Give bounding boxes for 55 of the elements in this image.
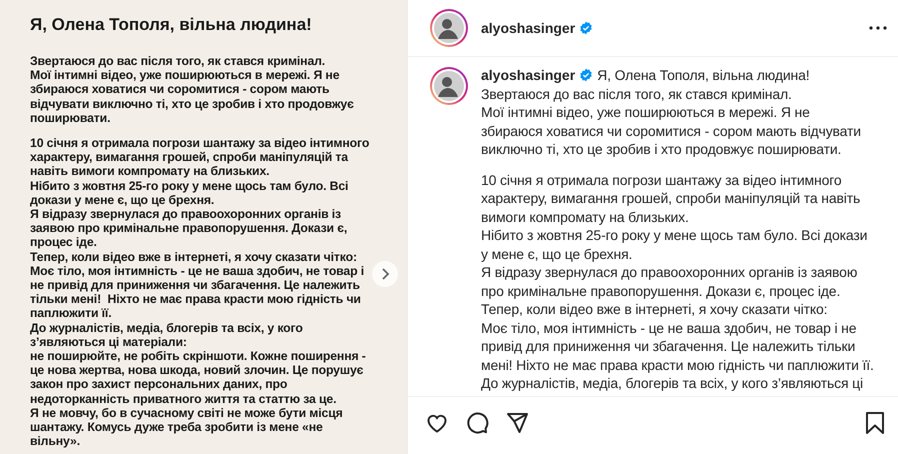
caption-line: характеру, вимагання грошей, спроби маніпуляцій та навіть [481,189,860,208]
post-text-line: Мої інтимні відео, уже поширюються в мережі. Я не [30,68,340,82]
caption-line: Нібито з жовтня 25-го року у мене щось там було. Всі докази [481,226,868,244]
post-text-line: шантажу. Комусь дуже треба зробити із мене «не [30,420,323,434]
caption-line: про кримінальне правопорушення. Докази є, процес іде. [481,282,840,300]
post-text-line: Я відразу звернулася до правоохоронних органів із [30,207,341,222]
post-text-line: Нібито з жовтня 25-го року у мене щось там було. Всі [30,178,348,193]
caption-line: Я відразу звернулася до правоохоронних органів із заявою [481,263,858,282]
post-text-line: Звертаюся до вас після того, як стався кримінал. [30,54,326,68]
post-text-line: процес іде. [30,235,97,250]
post-text-line: вільну». [30,434,80,448]
share-icon[interactable] [505,411,529,435]
caption-line: привід для приниження чи збагачення. Це належить тільки [481,337,856,356]
post-text-line: це нова жертва, нова шкода, новий злочин. Це порушує [30,363,364,378]
post-text-line: Тепер, коли відео вже в інтернеті, я хочу сказати чітко: [30,250,357,264]
post-text-line: паплюжити її. [30,306,112,321]
avatar[interactable] [429,66,469,106]
username-link[interactable]: alyoshasinger [481,18,576,38]
post-text-line: збираюся ховатися чи соромитися - сором мають [30,82,330,97]
more-options-icon[interactable] [868,25,888,31]
caption-line: Мої інтимні відео, уже поширюються в мережі. Я не [481,103,810,122]
post-text-line: докази у мене є, що це брехня. [30,192,214,208]
post-text-line: закон про захист персональних даних, про [30,377,288,392]
post-text-line: 10 січня я отримала погрози шантажу за відео інтимного [30,136,370,150]
caption-line: До журналістів, медіа, блогерів та всіх, у кого з’являються ці [481,374,863,392]
next-button[interactable] [372,261,398,287]
post-text-line: тільки мені! Ніхто не має права красти мою гідність чи [30,292,361,306]
caption-line: Моє тіло, моя інтимність - це не ваша здобич, не товар і не [481,318,856,337]
comment-icon[interactable] [465,411,489,435]
caption-line: Тепер, коли відео вже в інтернеті, я хочу сказати чітко: [481,300,828,318]
post-text-line: не поширюйте, не робіть скріншоти. Кожне поширення - [30,349,366,364]
chevron-right-icon [380,268,390,280]
caption-username-link[interactable]: alyoshasinger [481,66,576,84]
caption-line: Я, Олена Тополя, вільна людина! [597,66,810,84]
post-text-line: не привід для приниження чи збагачення. Це належить [30,278,360,292]
post-text-line: Я не мовчу, бо в сучасному світі не може бути місця [30,406,343,420]
post-text-line: недоторканність приватного життя та статтю за це. [30,392,336,406]
post-text-line: характеру, вимагання грошей, спроби маніпуляцій та [30,150,348,164]
bookmark-icon[interactable] [864,411,886,435]
caption-line: 10 січня я отримала погрози шантажу за відео інтимного [481,170,842,189]
caption-line: мені! Ніхто не має права красти мою гідність чи паплюжити її. [481,356,874,374]
post-text-line: навіть вимоги компромату на близьких. [30,164,270,179]
post-title: Я, Олена Тополя, вільна людина! [30,14,313,36]
avatar[interactable] [429,8,469,48]
caption-line: у мене є, що це брехня. [481,244,632,263]
caption-line: Звертаюся до вас після того, як стався кримінал. [481,84,792,103]
post-text-line: заявою про кримінальне правопорушення. Докази є, [30,221,348,236]
post-text-line: з’являються ці матеріали: [30,334,187,350]
caption-line: вимоги компромату на близьких. [481,208,689,226]
post-text-line: поширювати. [30,110,110,126]
caption-line: виключно ті, хто це зробив і хто продовжує поширювати. [481,140,842,158]
post-text-line: Моє тіло, моя інтимність - це не ваша здобич, не товар і [30,264,364,278]
post-text-line: До журналістів, медіа, блогерів та всіх, у кого [30,320,303,335]
caption-line: збираюся ховатися чи соромитися - сором мають відчувати [481,122,861,140]
post-text-line: відчувати виключно ті, хто це зробив і хто продовжує [30,96,354,111]
